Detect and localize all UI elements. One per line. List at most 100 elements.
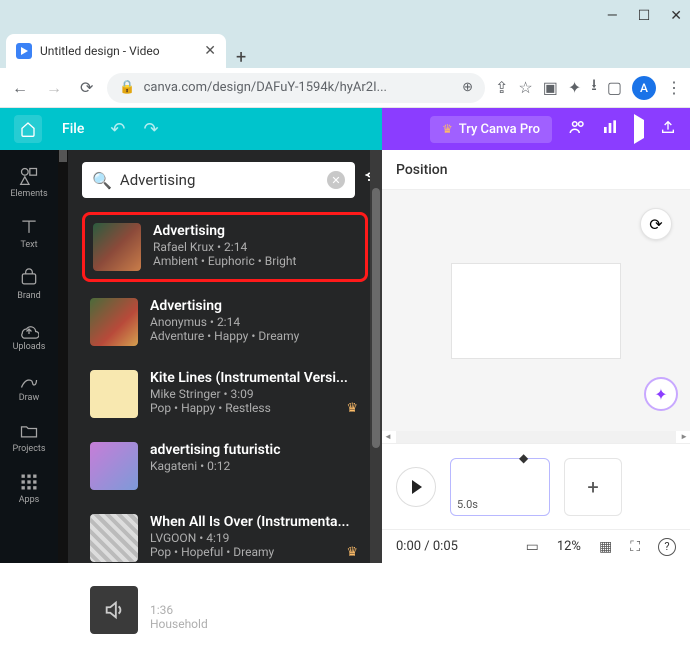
app-header: File ↶ ↷ ♛Try Canva Pro <box>0 108 690 150</box>
panel-scrollbar[interactable] <box>370 150 382 563</box>
side-panel: 🔍 ✕ AdvertisingRafael Krux • 2:14Ambient… <box>58 150 382 563</box>
file-menu[interactable]: File <box>62 121 84 137</box>
bottom-bar: 0:00 / 0:05 ▭ 12% ▦ ⛶ ? <box>382 529 690 563</box>
canvas-stage[interactable]: ⟳ ✦ <box>382 190 690 431</box>
track-meta: LVGOON • 4:19 <box>150 531 360 545</box>
track-thumbnail <box>90 442 138 490</box>
audio-icon <box>90 586 138 634</box>
rail-projects[interactable]: Projects <box>0 413 58 462</box>
canvas-page[interactable] <box>451 263 621 359</box>
track-item[interactable]: AdvertisingRafael Krux • 2:14Ambient • E… <box>82 212 368 282</box>
track-meta: Kagateni • 0:12 <box>150 459 360 473</box>
track-info: When All Is Over (Instrumenta...LVGOON •… <box>150 514 360 562</box>
track-thumbnail <box>90 298 138 346</box>
undo-icon[interactable]: ↶ <box>110 119 125 140</box>
new-tab-button[interactable]: + <box>226 47 256 68</box>
close-tab-icon[interactable]: ✕ <box>204 43 216 59</box>
notes-icon[interactable]: ▭ <box>526 539 539 555</box>
track-thumbnail <box>93 223 141 271</box>
rail-draw[interactable]: Draw <box>0 362 58 411</box>
track-tags: Household <box>150 617 360 631</box>
track-item[interactable]: Kite Lines (Instrumental Versi...Mike St… <box>82 362 368 426</box>
track-tags: Ambient • Euphoric • Bright <box>153 254 357 268</box>
share-icon[interactable]: ⇪ <box>495 78 508 97</box>
side-rail: Elements Text Brand Uploads Draw Project… <box>0 150 58 563</box>
pro-badge-icon: ♛ <box>346 401 358 416</box>
pro-badge-icon: ♛ <box>346 545 358 560</box>
browser-toolbar: ← → ⟳ 🔒 canva.com/design/DAFuY-1594k/hyA… <box>0 68 690 108</box>
share-button[interactable] <box>660 119 676 139</box>
track-info: AdvertisingAnonymus • 2:14Adventure • Ha… <box>150 298 360 346</box>
lock-icon: 🔒 <box>119 80 135 95</box>
position-bar: Position <box>382 150 690 190</box>
play-icon <box>634 114 644 144</box>
search-input[interactable] <box>120 171 319 189</box>
track-item[interactable]: When All Is Over (Instrumenta...LVGOON •… <box>82 506 368 570</box>
try-pro-button[interactable]: ♛Try Canva Pro <box>430 116 552 143</box>
track-item[interactable]: AdvertisingAnonymus • 2:14Adventure • Ha… <box>82 290 368 354</box>
fullscreen-icon[interactable]: ⛶ <box>630 539 640 555</box>
timeline-clip[interactable]: ◆ 5.0s <box>450 458 550 516</box>
help-icon[interactable]: ? <box>658 538 676 556</box>
close-window-button[interactable]: ✕ <box>670 8 682 24</box>
browser-tab-active[interactable]: Untitled design - Video ✕ <box>6 34 226 68</box>
grid-view-icon[interactable]: ▦ <box>599 539 612 555</box>
redo-icon[interactable]: ↷ <box>143 119 158 140</box>
download-icon[interactable]: ⭳ <box>591 74 597 101</box>
puzzle-icon[interactable]: ✦ <box>568 78 581 97</box>
kebab-menu-icon[interactable]: ⋮ <box>666 78 682 97</box>
rail-brand[interactable]: Brand <box>0 260 58 309</box>
position-button[interactable]: Position <box>396 162 448 178</box>
track-title: advertising futuristic <box>150 442 360 458</box>
collaborators-icon[interactable] <box>568 118 586 140</box>
play-icon <box>412 480 422 494</box>
timeline: ◆ 5.0s + <box>382 443 690 529</box>
rail-elements[interactable]: Elements <box>0 158 58 207</box>
home-icon[interactable] <box>14 115 42 143</box>
profile-avatar[interactable]: A <box>632 76 656 100</box>
add-clip-button[interactable]: + <box>564 458 622 516</box>
reload-button[interactable]: ⟳ <box>76 74 97 101</box>
search-icon: 🔍 <box>92 171 112 190</box>
reader-icon[interactable]: ▢ <box>607 78 622 97</box>
rail-apps[interactable]: Apps <box>0 464 58 513</box>
track-tags: Pop • Hopeful • Dreamy <box>150 545 360 559</box>
crown-icon: ♛ <box>442 122 453 136</box>
forward-button[interactable]: → <box>42 74 66 102</box>
search-box[interactable]: 🔍 ✕ <box>82 162 355 198</box>
panel-left-scrollbar[interactable] <box>58 150 68 563</box>
track-title: Fan Inflatable Ad <box>150 586 360 602</box>
track-info: AdvertisingRafael Krux • 2:14Ambient • E… <box>153 223 357 271</box>
url-text: canva.com/design/DAFuY-1594k/hyAr2I... <box>144 80 454 95</box>
timeline-play-button[interactable] <box>396 467 436 507</box>
track-title: Kite Lines (Instrumental Versi... <box>150 370 360 386</box>
bookmark-icon[interactable]: ☆ <box>518 78 532 97</box>
extension-icon[interactable]: ▣ <box>543 78 558 97</box>
track-item[interactable]: Fan Inflatable Ad1:36Household <box>82 578 368 642</box>
present-button[interactable] <box>634 120 644 138</box>
back-button[interactable]: ← <box>8 74 32 102</box>
rail-text[interactable]: Text <box>0 209 58 258</box>
track-tags: Adventure • Happy • Dreamy <box>150 329 360 343</box>
track-item[interactable]: advertising futuristicKagateni • 0:12 <box>82 434 368 498</box>
maximize-button[interactable]: ☐ <box>638 8 651 24</box>
clip-duration: 5.0s <box>457 498 478 511</box>
rail-uploads[interactable]: Uploads <box>0 311 58 360</box>
canva-favicon <box>16 43 32 59</box>
track-thumbnail <box>90 514 138 562</box>
track-info: advertising futuristicKagateni • 0:12 <box>150 442 360 490</box>
zoom-level[interactable]: 12% <box>557 539 581 554</box>
track-meta: Mike Stringer • 3:09 <box>150 387 360 401</box>
zoom-icon[interactable]: ⊕ <box>462 80 473 95</box>
track-title: Advertising <box>150 298 360 314</box>
magic-button[interactable]: ✦ <box>644 377 678 411</box>
address-bar[interactable]: 🔒 canva.com/design/DAFuY-1594k/hyAr2I...… <box>107 73 485 103</box>
main-area: Elements Text Brand Uploads Draw Project… <box>0 150 690 563</box>
search-row: 🔍 ✕ <box>82 162 368 198</box>
clear-search-icon[interactable]: ✕ <box>327 171 345 189</box>
minimize-button[interactable]: ― <box>607 8 618 24</box>
track-title: Advertising <box>153 223 357 239</box>
rotate-button[interactable]: ⟳ <box>640 208 672 240</box>
analytics-icon[interactable] <box>602 119 618 139</box>
canvas-horizontal-scrollbar[interactable] <box>396 431 676 443</box>
